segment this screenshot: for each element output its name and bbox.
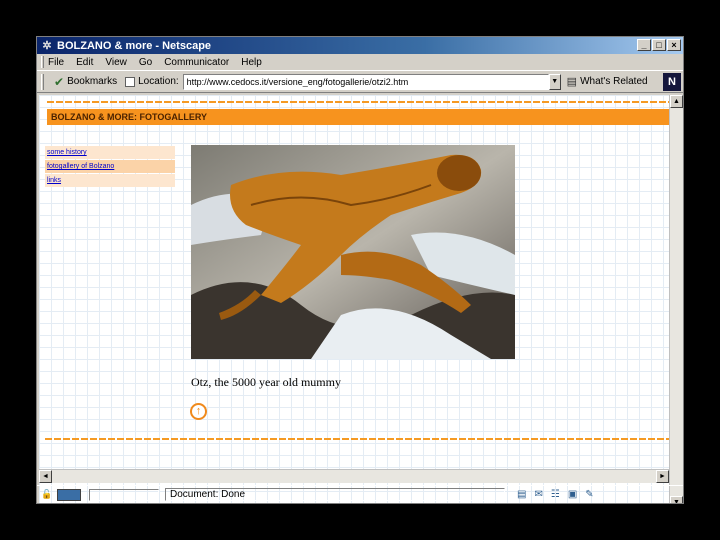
menu-communicator[interactable]: Communicator — [164, 57, 229, 68]
window-title: BOLZANO & more - Netscape — [57, 39, 212, 52]
scroll-up-button[interactable]: ▲ — [670, 95, 683, 108]
mail-icon[interactable]: ✉ — [534, 489, 542, 500]
toolbar-grip[interactable] — [41, 73, 44, 90]
progress-bar — [89, 488, 159, 501]
close-button[interactable]: × — [667, 39, 681, 51]
location-label: Location: — [138, 76, 179, 87]
vertical-scrollbar[interactable]: ▲ ▼ — [669, 95, 683, 503]
whats-related-icon: ▤ — [566, 76, 578, 88]
navigator-icon[interactable]: ▤ — [517, 489, 526, 500]
photo-caption: Otz, the 5000 year old mummy — [191, 375, 341, 389]
newsgroups-icon[interactable]: ☷ — [551, 489, 560, 500]
address-book-icon[interactable]: ▣ — [568, 489, 577, 500]
horizontal-scrollbar[interactable]: ◄ ► — [39, 469, 669, 483]
menu-help[interactable]: Help — [241, 57, 262, 68]
connection-status-icon — [57, 488, 81, 501]
title-bar: ✲ BOLZANO & more - Netscape _ □ × — [37, 37, 683, 54]
nav-link-history[interactable]: some history — [45, 146, 175, 159]
scroll-left-button[interactable]: ◄ — [39, 470, 52, 483]
bookmarks-button[interactable]: Bookmarks — [67, 76, 117, 87]
scroll-right-button[interactable]: ► — [656, 470, 669, 483]
side-nav: some history fotogallery of Bolzano link… — [45, 146, 175, 188]
menu-file[interactable]: File — [48, 57, 64, 68]
component-bar: ▤ ✉ ☷ ▣ ✎ — [517, 489, 594, 500]
url-dropdown-button[interactable]: ▼ — [548, 73, 561, 90]
status-text: Document: Done — [165, 488, 505, 501]
whats-related-button[interactable]: What's Related — [580, 76, 648, 87]
orange-dotted-divider — [45, 438, 669, 440]
security-lock-icon[interactable]: 🔓 — [41, 489, 53, 501]
url-input[interactable] — [182, 73, 549, 90]
menu-go[interactable]: Go — [139, 57, 152, 68]
composer-icon[interactable]: ✎ — [585, 489, 593, 500]
nav-link-links[interactable]: links — [45, 174, 175, 187]
page-content: BOLZANO & MORE: FOTOGALLERY some history… — [39, 95, 669, 503]
menu-view[interactable]: View — [105, 57, 127, 68]
page-header: BOLZANO & MORE: FOTOGALLERY — [47, 109, 669, 125]
minimize-button[interactable]: _ — [637, 39, 651, 51]
status-bar: 🔓 Document: Done ▤ ✉ ☷ ▣ ✎ — [37, 485, 683, 503]
menu-bar: File Edit View Go Communicator Help — [37, 54, 683, 70]
mummy-photo — [191, 145, 515, 359]
bookmarks-icon: ✔ — [54, 74, 65, 89]
toolbar-grip[interactable] — [41, 56, 44, 68]
back-to-top-arrow-icon[interactable]: ↑ — [190, 403, 207, 420]
page-proxy-icon[interactable] — [125, 76, 136, 87]
maximize-button[interactable]: □ — [652, 39, 666, 51]
location-toolbar: ✔ Bookmarks Location: ▼ ▤ What's Related… — [37, 70, 683, 93]
netscape-app-icon: ✲ — [42, 40, 52, 52]
nav-link-fotogallery[interactable]: fotogallery of Bolzano — [45, 160, 175, 173]
browser-window: ✲ BOLZANO & more - Netscape _ □ × File E… — [36, 36, 684, 504]
orange-dotted-divider — [47, 101, 669, 103]
window-controls: _ □ × — [637, 39, 681, 51]
menu-edit[interactable]: Edit — [76, 57, 93, 68]
netscape-throbber-logo[interactable]: N — [663, 73, 681, 91]
